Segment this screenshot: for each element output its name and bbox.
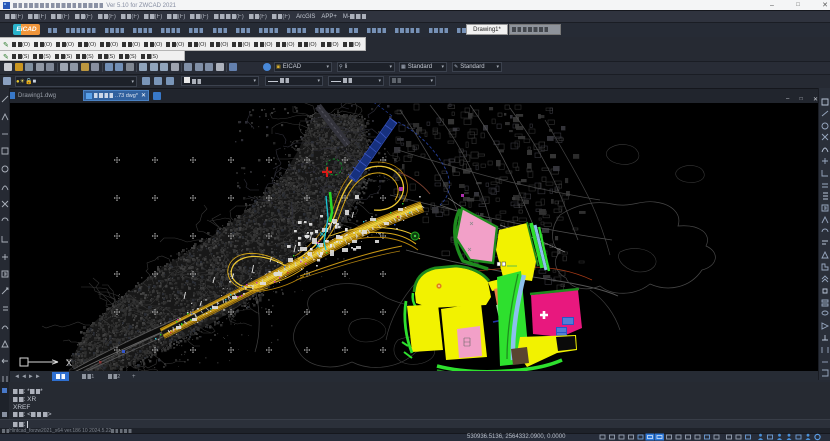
svg-text:X: X	[66, 358, 72, 368]
